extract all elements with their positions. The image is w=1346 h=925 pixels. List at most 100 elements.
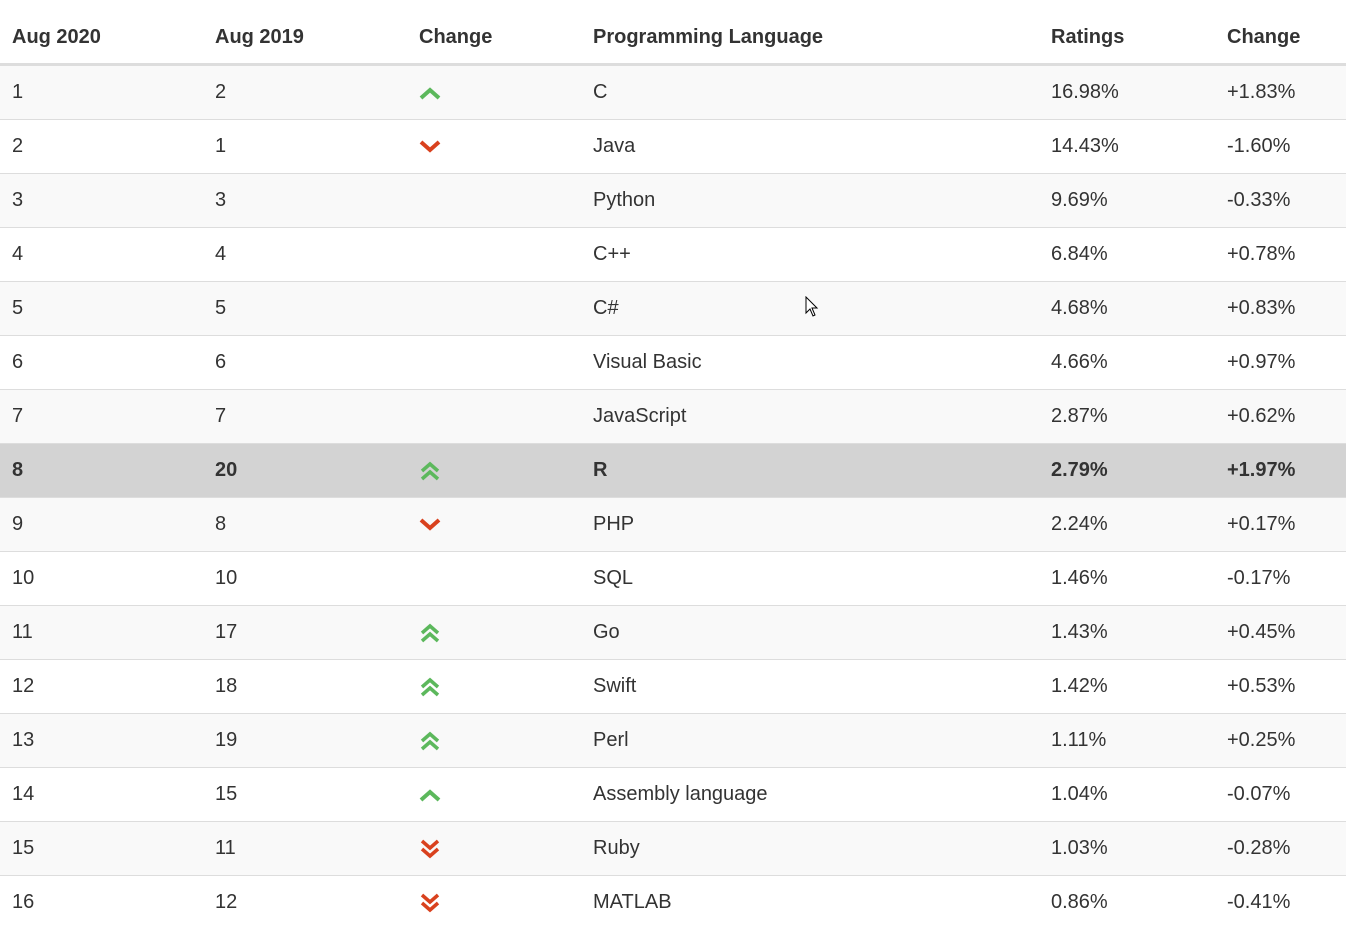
rank-2019: 18 (215, 675, 238, 697)
language-name[interactable]: Visual Basic (593, 336, 702, 389)
rank-2019: 1 (215, 135, 227, 157)
language-name[interactable]: R (593, 444, 607, 497)
double-chevron-down-icon (419, 839, 441, 859)
header-aug-2020[interactable]: Aug 2020 (12, 0, 101, 74)
rating-change: -0.33% (1227, 189, 1291, 211)
rank-2020: 9 (12, 513, 24, 535)
trend-indicator (419, 714, 441, 767)
rating-change: +0.78% (1227, 243, 1296, 265)
header-ratings[interactable]: Ratings (1051, 0, 1124, 74)
rank-2020: 4 (12, 243, 24, 265)
rating-change: +0.17% (1227, 513, 1296, 535)
rating-change: +0.25% (1227, 729, 1296, 751)
rating-value: 2.87% (1051, 405, 1108, 427)
rank-2019: 11 (215, 837, 236, 859)
table-row: 12 18 Swift 1.42% +0.53% (0, 660, 1346, 714)
header-change-rank[interactable]: Change (419, 0, 492, 74)
rating-value: 1.46% (1051, 567, 1108, 589)
language-name[interactable]: JavaScript (593, 390, 686, 443)
double-chevron-up-icon (419, 623, 441, 643)
table-row: 13 19 Perl 1.11% +0.25% (0, 714, 1346, 768)
language-name[interactable]: Java (593, 120, 635, 173)
rank-2020: 11 (12, 621, 33, 643)
table-row: 4 4 C++ 6.84% +0.78% (0, 228, 1346, 282)
chevron-up-icon (419, 86, 441, 100)
trend-indicator (419, 498, 441, 551)
trend-indicator (419, 876, 441, 925)
rating-change: +1.83% (1227, 81, 1296, 103)
language-name[interactable]: PHP (593, 498, 634, 551)
chevron-up-icon (419, 788, 441, 802)
rank-2020: 10 (12, 567, 35, 589)
rank-2020: 16 (12, 891, 35, 913)
table-row: 2 1 Java 14.43% -1.60% (0, 120, 1346, 174)
language-name[interactable]: Go (593, 606, 620, 659)
rating-value: 4.66% (1051, 351, 1108, 373)
language-name[interactable]: Perl (593, 714, 629, 767)
table-row: 10 10 SQL 1.46% -0.17% (0, 552, 1346, 606)
trend-indicator (419, 120, 441, 173)
language-name[interactable]: C (593, 66, 607, 119)
double-chevron-down-icon (419, 893, 441, 913)
trend-indicator (419, 822, 441, 875)
rating-change: +0.45% (1227, 621, 1296, 643)
rating-value: 6.84% (1051, 243, 1108, 265)
rating-value: 0.86% (1051, 891, 1108, 913)
rank-2019: 10 (215, 567, 238, 589)
language-name[interactable]: Ruby (593, 822, 640, 875)
language-name[interactable]: Python (593, 174, 655, 227)
rating-change: -0.17% (1227, 567, 1291, 589)
rank-2019: 20 (215, 459, 238, 481)
table-row: 6 6 Visual Basic 4.66% +0.97% (0, 336, 1346, 390)
rating-value: 14.43% (1051, 135, 1119, 157)
table-row: 11 17 Go 1.43% +0.45% (0, 606, 1346, 660)
trend-indicator (419, 606, 441, 659)
rank-2019: 15 (215, 783, 238, 805)
language-name[interactable]: C# (593, 282, 619, 335)
rating-value: 2.24% (1051, 513, 1108, 535)
trend-indicator (419, 768, 441, 821)
rank-2019: 4 (215, 243, 227, 265)
chevron-down-icon (419, 140, 441, 154)
double-chevron-up-icon (419, 461, 441, 481)
language-name[interactable]: C++ (593, 228, 631, 281)
rating-change: +0.97% (1227, 351, 1296, 373)
language-name[interactable]: SQL (593, 552, 633, 605)
rating-value: 1.04% (1051, 783, 1108, 805)
language-name[interactable]: Swift (593, 660, 636, 713)
rank-2020: 7 (12, 405, 24, 427)
language-name[interactable]: Assembly language (593, 768, 768, 821)
double-chevron-up-icon (419, 677, 441, 697)
rank-2019: 3 (215, 189, 227, 211)
rank-2020: 5 (12, 297, 24, 319)
rank-2020: 1 (12, 81, 24, 103)
rating-change: -0.28% (1227, 837, 1291, 859)
rank-2019: 2 (215, 81, 227, 103)
rank-2019: 5 (215, 297, 227, 319)
rank-2020: 15 (12, 837, 35, 859)
header-aug-2019[interactable]: Aug 2019 (215, 0, 304, 74)
trend-indicator (419, 660, 441, 713)
rank-2019: 6 (215, 351, 227, 373)
table-row: 16 12 MATLAB 0.86% -0.41% (0, 876, 1346, 925)
table-row: 5 5 C# 4.68% +0.83% (0, 282, 1346, 336)
rating-value: 4.68% (1051, 297, 1108, 319)
rank-2019: 19 (215, 729, 238, 751)
rank-2019: 12 (215, 891, 238, 913)
double-chevron-up-icon (419, 731, 441, 751)
rating-change: +0.83% (1227, 297, 1296, 319)
header-change-rating[interactable]: Change (1227, 0, 1300, 74)
rank-2020: 8 (12, 459, 24, 481)
table-row: 9 8 PHP 2.24% +0.17% (0, 498, 1346, 552)
rank-2020: 2 (12, 135, 24, 157)
trend-indicator (419, 66, 441, 119)
language-name[interactable]: MATLAB (593, 876, 672, 925)
table-header: Aug 2020 Aug 2019 Change Programming Lan… (0, 0, 1346, 66)
rating-change: +1.97% (1227, 459, 1296, 481)
table-row: 1 2 C 16.98% +1.83% (0, 66, 1346, 120)
rating-value: 1.11% (1051, 729, 1107, 751)
rating-value: 16.98% (1051, 81, 1119, 103)
header-programming-language[interactable]: Programming Language (593, 0, 823, 74)
rating-value: 1.03% (1051, 837, 1108, 859)
rating-value: 1.43% (1051, 621, 1108, 643)
